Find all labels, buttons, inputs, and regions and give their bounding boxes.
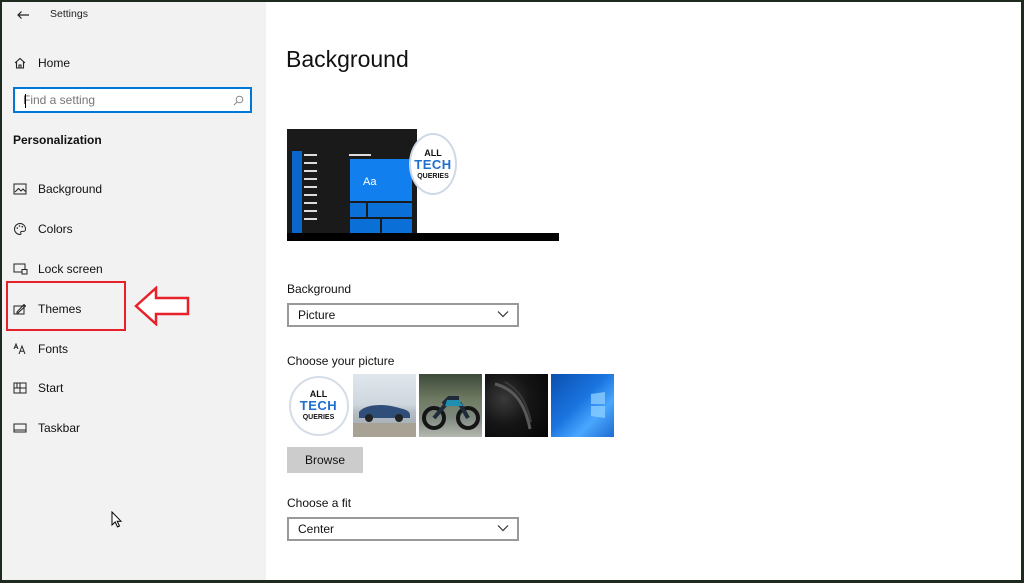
picture-icon [2,183,38,195]
background-preview: Aa ALL TECH QUERIES [287,129,559,241]
start-icon [2,382,38,394]
back-button[interactable] [12,5,34,25]
mouse-cursor-icon [111,511,123,528]
preview-tile [350,203,366,217]
sidebar: Settings Home Personalization Background [2,2,266,580]
sidebar-item-start[interactable]: Start [2,372,266,404]
back-arrow-icon [17,11,29,19]
browse-button[interactable]: Browse [287,447,363,473]
taskbar-icon [2,423,38,433]
background-dropdown[interactable]: Picture [287,303,519,327]
car-image [353,405,416,437]
sidebar-item-label: Lock screen [38,262,103,276]
section-title: Personalization [13,133,102,147]
search-box[interactable] [13,87,252,113]
home-label: Home [38,56,71,70]
picture-thumbnail[interactable] [485,374,548,437]
thumbnail-logo: ALL TECH QUERIES [288,375,349,436]
preview-taskbar [287,233,559,241]
fit-dropdown-value: Center [298,522,335,536]
preview-screen: Aa [287,129,417,233]
palette-icon [2,222,38,236]
text-caret [25,94,26,108]
app-title: Settings [50,8,88,20]
sidebar-item-label: Taskbar [38,421,81,435]
logo-text: TECH [299,398,338,413]
sidebar-item-label: Colors [38,222,73,236]
preview-tile: Aa [350,159,412,201]
logo-text: TECH [414,156,452,172]
choose-picture-label: Choose your picture [287,354,395,368]
sidebar-item-background[interactable]: Background [2,173,266,205]
preview-tile [382,219,412,233]
picture-thumbnail[interactable] [551,374,614,437]
preview-tile-text: Aa [363,176,377,188]
preview-tile [350,219,380,233]
sidebar-item-taskbar[interactable]: Taskbar [2,412,266,444]
logo-text: ALL [424,147,442,158]
preview-menu-lines [304,154,318,226]
fit-dropdown[interactable]: Center [287,517,519,541]
chevron-down-icon [497,525,509,532]
preview-logo: ALL TECH QUERIES [409,133,457,195]
picture-thumbnail[interactable]: ALL TECH QUERIES [287,374,350,437]
page-title: Background [286,46,409,72]
sidebar-item-colors[interactable]: Colors [2,213,266,245]
preview-start-strip [292,151,302,233]
picture-thumbnails: ALL TECH QUERIES [287,374,614,438]
sidebar-item-fonts[interactable]: Fonts [2,333,266,365]
sidebar-item-label: Background [38,182,103,196]
preview-tile [368,203,412,217]
main-content: Background Aa ALL TECH QUERIES Backgroun… [266,2,1021,580]
logo-text: QUERIES [302,414,335,421]
motorcycle-image [422,396,480,430]
annotation-arrow-icon [134,286,190,326]
title-bar: Settings [2,2,266,28]
home-icon [2,56,38,70]
picture-thumbnail[interactable] [353,374,416,437]
lock-screen-icon [2,263,38,275]
annotation-highlight-box [6,281,126,331]
background-dropdown-value: Picture [298,308,336,322]
abstract-dark-image [494,381,532,430]
sidebar-item-label: Fonts [38,342,69,356]
picture-thumbnail[interactable] [419,374,482,437]
search-icon[interactable] [226,95,250,106]
fonts-icon [2,343,38,355]
search-input[interactable] [15,89,226,111]
home-nav-item[interactable]: Home [2,50,266,76]
choose-fit-label: Choose a fit [287,496,352,510]
sidebar-item-label: Start [38,381,64,395]
background-label: Background [287,282,352,296]
settings-window: Settings Home Personalization Background [2,2,1021,580]
logo-text: QUERIES [417,172,449,180]
chevron-down-icon [497,311,509,318]
windows-light-image [591,392,605,418]
